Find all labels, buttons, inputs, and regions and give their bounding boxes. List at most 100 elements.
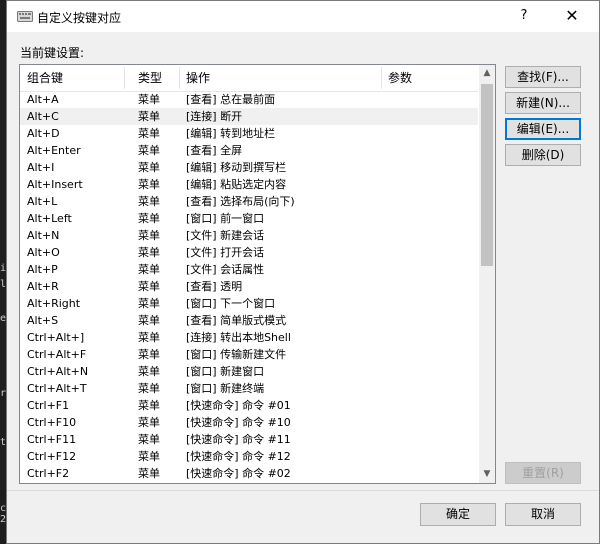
reset-button[interactable]: 重置(R) xyxy=(505,462,581,484)
action-cell: [编辑] 转到地址栏 xyxy=(186,127,276,140)
key-cell: Alt+P xyxy=(27,263,58,276)
chevron-up-icon[interactable]: ▲ xyxy=(479,65,495,82)
window-title: 自定义按键对应 xyxy=(37,11,122,25)
action-cell: [连接] 断开 xyxy=(186,110,243,123)
type-cell: 菜单 xyxy=(138,331,160,344)
action-cell: [文件] 会话属性 xyxy=(186,263,265,276)
table-row[interactable]: Alt+I 菜单 [编辑] 移动到撰写栏 xyxy=(20,159,478,176)
type-cell: 菜单 xyxy=(138,365,160,378)
action-cell: [窗口] 新建窗口 xyxy=(186,365,265,378)
key-cell: Ctrl+F1 xyxy=(27,399,70,412)
table-row[interactable]: Ctrl+Alt+F 菜单 [窗口] 传输新建文件 xyxy=(20,346,478,363)
type-cell: 菜单 xyxy=(138,144,160,157)
key-cell: Alt+Right xyxy=(27,297,81,310)
title-bar[interactable]: 自定义按键对应 ? ✕ xyxy=(7,1,599,32)
action-cell: [窗口] 前一窗口 xyxy=(186,212,265,225)
delete-button[interactable]: 删除(D) xyxy=(505,144,581,166)
table-row[interactable]: Ctrl+F1 菜单 [快速命令] 命令 #01 xyxy=(20,397,478,414)
action-cell: [编辑] 移动到撰写栏 xyxy=(186,161,287,174)
table-row[interactable]: Alt+N 菜单 [文件] 新建会话 xyxy=(20,227,478,244)
type-cell: 菜单 xyxy=(138,263,160,276)
table-row[interactable]: Ctrl+Alt+N 菜单 [窗口] 新建窗口 xyxy=(20,363,478,380)
table-row[interactable]: Alt+L 菜单 [查看] 选择布局(向下) xyxy=(20,193,478,210)
vertical-scrollbar[interactable]: ▲ ▼ xyxy=(479,65,495,483)
key-cell: Alt+S xyxy=(27,314,59,327)
column-header-key[interactable]: 组合键 xyxy=(20,65,124,91)
action-cell: [窗口] 传输新建文件 xyxy=(186,348,287,361)
type-cell: 菜单 xyxy=(138,348,160,361)
type-cell: 菜单 xyxy=(138,382,160,395)
action-cell: [窗口] 新建终端 xyxy=(186,382,265,395)
column-header-action[interactable]: 操作 xyxy=(179,65,381,91)
table-row[interactable]: Alt+C 菜单 [连接] 断开 xyxy=(20,108,478,125)
column-header-params[interactable]: 参数 xyxy=(381,65,478,91)
type-cell: 菜单 xyxy=(138,399,160,412)
list-header: 组合键 类型 操作 参数 xyxy=(20,65,478,92)
type-cell: 菜单 xyxy=(138,280,160,293)
current-keys-label: 当前键设置: xyxy=(20,46,85,60)
type-cell: 菜单 xyxy=(138,212,160,225)
key-mapping-dialog: 自定义按键对应 ? ✕ 当前键设置: 组合键 类型 操作 参数 Alt+A 菜单 [… xyxy=(6,0,600,544)
type-cell: 菜单 xyxy=(138,314,160,327)
divider xyxy=(7,490,599,491)
key-cell: Ctrl+Alt+T xyxy=(27,382,87,395)
column-header-type[interactable]: 类型 xyxy=(131,65,179,91)
table-row[interactable]: Alt+O 菜单 [文件] 打开会话 xyxy=(20,244,478,261)
table-row[interactable]: Alt+Insert 菜单 [编辑] 粘贴选定内容 xyxy=(20,176,478,193)
key-cell: Alt+N xyxy=(27,229,60,242)
action-cell: [快速命令] 命令 #01 xyxy=(186,399,291,412)
key-cell: Alt+Left xyxy=(27,212,72,225)
key-cell: Alt+Enter xyxy=(27,144,81,157)
key-cell: Ctrl+F10 xyxy=(27,416,77,429)
type-cell: 菜单 xyxy=(138,297,160,310)
action-cell: [窗口] 下一个窗口 xyxy=(186,297,276,310)
action-cell: [快速命令] 命令 #02 xyxy=(186,467,291,480)
key-cell: Alt+O xyxy=(27,246,60,259)
new-button[interactable]: 新建(N)... xyxy=(505,92,581,114)
keyboard-icon xyxy=(17,11,33,22)
table-row[interactable]: Alt+Right 菜单 [窗口] 下一个窗口 xyxy=(20,295,478,312)
action-cell: [查看] 简单版式模式 xyxy=(186,314,287,327)
key-cell: Alt+L xyxy=(27,195,58,208)
close-button[interactable]: ✕ xyxy=(555,3,589,29)
table-row[interactable]: Ctrl+Alt+T 菜单 [窗口] 新建终端 xyxy=(20,380,478,397)
table-row[interactable]: Ctrl+F11 菜单 [快速命令] 命令 #11 xyxy=(20,431,478,448)
type-cell: 菜单 xyxy=(138,467,160,480)
table-row[interactable]: Ctrl+F10 菜单 [快速命令] 命令 #10 xyxy=(20,414,478,431)
chevron-down-icon[interactable]: ▼ xyxy=(479,466,495,483)
key-mapping-list[interactable]: 组合键 类型 操作 参数 Alt+A 菜单 [查看] 总在最前面 Alt+C 菜单 [连接… xyxy=(19,64,496,484)
key-cell: Ctrl+Alt+] xyxy=(27,331,85,344)
action-cell: [编辑] 粘贴选定内容 xyxy=(186,178,287,191)
table-row[interactable]: Alt+S 菜单 [查看] 简单版式模式 xyxy=(20,312,478,329)
type-cell: 菜单 xyxy=(138,229,160,242)
table-row[interactable]: Alt+D 菜单 [编辑] 转到地址栏 xyxy=(20,125,478,142)
key-cell: Alt+C xyxy=(27,110,59,123)
table-row[interactable]: Alt+R 菜单 [查看] 透明 xyxy=(20,278,478,295)
find-button[interactable]: 查找(F)... xyxy=(505,66,581,88)
type-cell: 菜单 xyxy=(138,246,160,259)
table-row[interactable]: Alt+A 菜单 [查看] 总在最前面 xyxy=(20,91,478,108)
action-cell: [查看] 选择布局(向下) xyxy=(186,195,295,208)
action-cell: [文件] 新建会话 xyxy=(186,229,265,242)
table-row[interactable]: Alt+Left 菜单 [窗口] 前一窗口 xyxy=(20,210,478,227)
table-row[interactable]: Ctrl+F12 菜单 [快速命令] 命令 #12 xyxy=(20,448,478,465)
action-cell: [查看] 全屏 xyxy=(186,144,243,157)
key-cell: Alt+A xyxy=(27,93,59,106)
type-cell: 菜单 xyxy=(138,416,160,429)
scrollbar-thumb[interactable] xyxy=(481,84,493,266)
key-cell: Alt+R xyxy=(27,280,59,293)
table-row[interactable]: Ctrl+F2 菜单 [快速命令] 命令 #02 xyxy=(20,465,478,482)
type-cell: 菜单 xyxy=(138,127,160,140)
table-row[interactable]: Alt+Enter 菜单 [查看] 全屏 xyxy=(20,142,478,159)
table-row[interactable]: Ctrl+Alt+] 菜单 [连接] 转出本地Shell xyxy=(20,329,478,346)
ok-button[interactable]: 确定 xyxy=(420,503,496,526)
type-cell: 菜单 xyxy=(138,110,160,123)
cancel-button[interactable]: 取消 xyxy=(505,503,581,526)
type-cell: 菜单 xyxy=(138,178,160,191)
key-cell: Alt+I xyxy=(27,161,55,174)
action-cell: [查看] 透明 xyxy=(186,280,243,293)
edit-button[interactable]: 编辑(E)... xyxy=(505,118,581,140)
key-cell: Ctrl+F11 xyxy=(27,433,77,446)
help-button[interactable]: ? xyxy=(509,3,539,29)
table-row[interactable]: Alt+P 菜单 [文件] 会话属性 xyxy=(20,261,478,278)
